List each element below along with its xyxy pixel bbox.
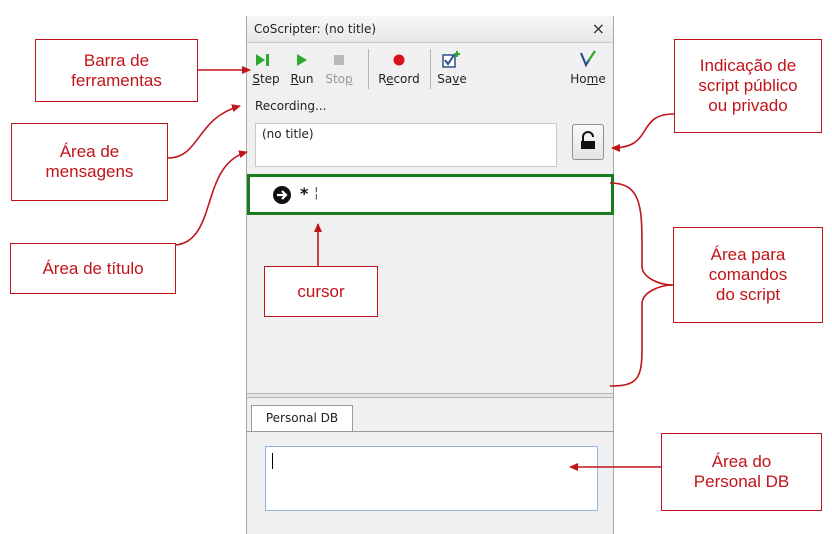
arrow-title (175, 150, 248, 246)
arrow-messages (167, 104, 241, 159)
bracket-commands (609, 182, 674, 387)
callout-arrows (167, 66, 675, 471)
arrow-public-private (611, 113, 675, 152)
